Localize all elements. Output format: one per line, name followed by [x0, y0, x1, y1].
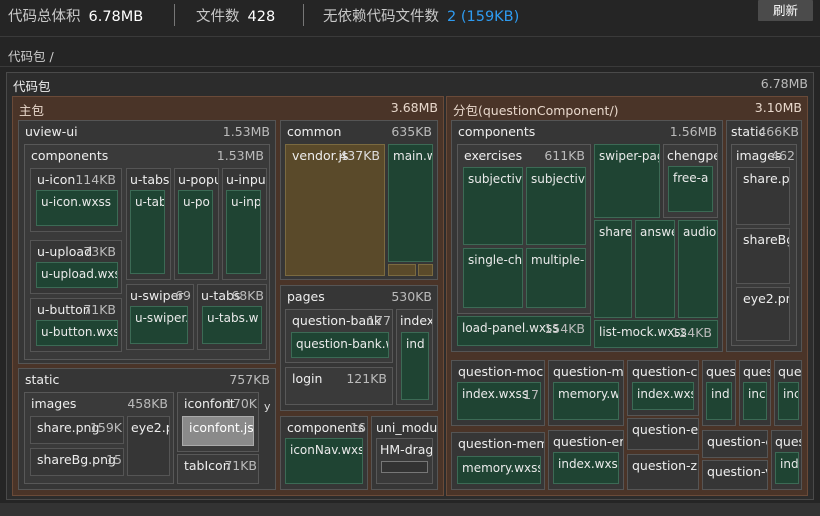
share-component-file[interactable]: share-	[594, 220, 632, 318]
question-file-3[interactable]: inc	[778, 382, 799, 420]
sharebg-png-file[interactable]: shareBg.png 15	[30, 448, 124, 476]
question-zh-folder[interactable]: question-zh	[627, 454, 699, 490]
question-memo-file[interactable]: memory.wxss	[457, 456, 541, 484]
no-dependency-stat: 无依赖代码文件数 2 (159KB)	[323, 9, 520, 25]
breadcrumb[interactable]: 代码包 /	[8, 46, 54, 65]
question-ch-file[interactable]: index.wxs	[632, 382, 694, 410]
question-c-folder[interactable]: question-c	[702, 430, 768, 458]
u-upload-file[interactable]: u-upload.wxss	[36, 262, 118, 288]
question-file-1[interactable]: ind	[706, 382, 732, 420]
u-popup-file[interactable]: u-po	[178, 190, 213, 274]
subjective-file-2[interactable]: subjective	[526, 167, 586, 245]
question-err-file[interactable]: index.wxss	[553, 452, 619, 484]
free-file[interactable]: free-a	[668, 166, 713, 212]
question-memory-file[interactable]: memory.ws	[553, 382, 619, 420]
small-file[interactable]	[418, 264, 433, 276]
question-file-4[interactable]: ind	[775, 452, 799, 484]
share-png-file[interactable]: share.png 159K	[30, 416, 124, 444]
divider	[174, 4, 175, 26]
swiper-page-file[interactable]: swiper-pag	[594, 144, 660, 218]
question-mock-file[interactable]: index.wxss 17	[457, 382, 541, 420]
divider	[0, 36, 820, 37]
audio-component-file[interactable]: audio-	[678, 220, 718, 318]
iconnav-file[interactable]: iconNav.wxs	[285, 438, 363, 484]
divider	[303, 4, 304, 26]
small-file[interactable]	[388, 264, 416, 276]
question-bank-file[interactable]: question-bank.w	[291, 332, 389, 358]
u-icon-file[interactable]: u-icon.wxss	[36, 190, 118, 226]
stats-bar: 代码总体积 6.78MB 文件数 428 无依赖代码文件数 2 (159KB) 刷新	[0, 0, 820, 30]
u-input-file[interactable]: u-inp	[226, 190, 261, 274]
subjective-file-1[interactable]: subjective	[463, 167, 523, 245]
question-ex-folder[interactable]: question-ex	[627, 418, 699, 450]
hm-drag-file[interactable]	[381, 461, 428, 473]
single-choice-file[interactable]: single-ch	[463, 248, 523, 308]
u-tabs-swiper-file[interactable]: u-tab	[130, 190, 165, 274]
total-size-stat: 代码总体积 6.78MB	[8, 9, 144, 25]
file-count-stat: 文件数 428	[196, 9, 276, 25]
u-tabs-file[interactable]: u-tabs.w	[202, 306, 262, 344]
answer-component-file[interactable]: answe	[635, 220, 675, 318]
truncated-label: y	[264, 400, 271, 413]
tabicon-folder[interactable]: tabIcon 71KB	[177, 454, 259, 484]
index-page-file[interactable]: ind	[401, 332, 429, 400]
load-panel-file[interactable]: load-panel.wxss 154KB	[457, 316, 591, 346]
refresh-button[interactable]: 刷新	[758, 0, 813, 21]
u-swiper-file[interactable]: u-swiper.	[130, 306, 188, 344]
login-folder[interactable]: login 121KB	[285, 367, 393, 405]
eye2-png-file[interactable]: eye2.p	[127, 416, 170, 476]
sharebg-sub-file[interactable]: shareBg	[736, 228, 790, 284]
question-file-2[interactable]: inc	[743, 382, 767, 420]
u-button-file[interactable]: u-button.wxss	[36, 320, 118, 346]
main-wxss-file[interactable]: main.w	[388, 144, 433, 262]
eye2-png-sub-file[interactable]: eye2.png	[736, 287, 790, 341]
iconfont-js-file[interactable]: iconfont.js1	[182, 416, 254, 446]
divider	[0, 66, 820, 67]
no-dependency-link[interactable]: 2 (159KB)	[447, 9, 519, 25]
multiple-choice-file[interactable]: multiple-c	[526, 248, 586, 308]
list-mock-file[interactable]: list-mock.wxss 124KB	[594, 320, 718, 348]
bottom-bar	[0, 503, 820, 516]
question-v-folder[interactable]: question-v	[702, 460, 768, 490]
vendor-js-file[interactable]: vendor.js 437KB	[285, 144, 385, 276]
share-png-sub-file[interactable]: share.pr	[736, 167, 790, 225]
